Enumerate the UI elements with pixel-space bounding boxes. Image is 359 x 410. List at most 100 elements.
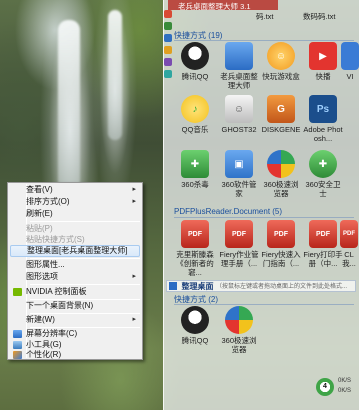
- desktop-icon[interactable]: PDF Fiery作业管理手册（...: [218, 220, 260, 268]
- icon-label: 腾讯QQ: [181, 72, 209, 81]
- waterfall-decoration: [58, 20, 80, 190]
- icon-label: Fiery快速入门指南（...: [261, 250, 301, 268]
- organize-icon: [169, 282, 177, 290]
- desktop-icon[interactable]: Ps Adobe Photosh...: [302, 95, 344, 143]
- pdf-icon: PDF: [267, 220, 295, 248]
- icon-label: Fiery作业管理手册（...: [219, 250, 259, 268]
- menu-item-refresh[interactable]: 刷新(E): [10, 208, 140, 220]
- icon-label: 360软件管家: [221, 180, 257, 198]
- qvod-player-icon: ▶: [309, 42, 337, 70]
- group-divider: [174, 304, 354, 305]
- menu-item-new[interactable]: 新建(W) ▸: [10, 314, 140, 326]
- organizer-title: 老兵桌面整理大师 3.1: [178, 2, 251, 11]
- desktop-icon[interactable]: G DISKGENE: [260, 95, 302, 134]
- desktop-icon[interactable]: 360极速浏览器: [260, 150, 302, 198]
- app-icon: [341, 42, 359, 70]
- menu-item-label: 粘贴(P): [26, 224, 53, 233]
- desktop-icon[interactable]: ✚ 360安全卫士: [302, 150, 344, 198]
- qq-penguin-icon: [181, 42, 209, 70]
- menu-item-label: 刷新(E): [26, 209, 53, 218]
- desktop-icon[interactable]: ♪ QQ音乐: [174, 95, 216, 134]
- desktop-icon[interactable]: PDF Fiery快速入门指南（...: [260, 220, 302, 268]
- chevron-right-icon: ▸: [132, 198, 136, 205]
- menu-item-label: 图形属性...: [26, 260, 65, 269]
- desktop-file[interactable]: 码.txt: [256, 11, 274, 22]
- menu-item-label: 屏幕分辨率(C): [26, 329, 78, 338]
- ghost-icon: ☺: [225, 95, 253, 123]
- menu-item-label: 查看(V): [26, 185, 53, 194]
- side-icon[interactable]: [164, 34, 172, 42]
- menu-item-nvidia[interactable]: NVIDIA 控制面板: [10, 286, 140, 298]
- icon-label: 360安全卫士: [305, 180, 341, 198]
- gadgets-icon: [13, 341, 22, 349]
- menu-item-personalize[interactable]: 个性化(R): [10, 349, 140, 361]
- desktop-icon[interactable]: PDF 克里斯滕森《创新者的窘...: [174, 220, 216, 277]
- icon-label: Adobe Photosh...: [303, 125, 343, 143]
- icon-label: 360极速浏览器: [221, 336, 257, 354]
- icon-label: 360极速浏览器: [263, 180, 299, 198]
- menu-item-next-background[interactable]: 下一个桌面背景(N): [10, 300, 140, 312]
- menu-item-label: 新建(W): [26, 315, 55, 324]
- organize-bar-title: 整理桌面: [181, 282, 214, 291]
- desktop-icon[interactable]: ✚ 360杀毒: [174, 150, 216, 189]
- desktop-context-menu: 查看(V) ▸ 排序方式(O) ▸ 刷新(E) 粘贴(P) 粘贴快捷方式(S) …: [7, 182, 143, 360]
- 360-antivirus-icon: ✚: [181, 150, 209, 178]
- menu-item-label: NVIDIA 控制面板: [26, 287, 87, 296]
- desktop-icon[interactable]: ☺ 快玩游戏盒: [260, 42, 302, 81]
- icon-label: 360杀毒: [181, 180, 209, 189]
- menu-item-label: 图形选项: [26, 272, 58, 281]
- icon-label: 快玩游戏盒: [262, 72, 300, 81]
- desktop-icon[interactable]: PDF CL 我...: [338, 220, 359, 268]
- waterfall-decoration: [108, 10, 122, 140]
- desktop-icon[interactable]: 腾讯QQ: [174, 42, 216, 81]
- icon-label: VI: [346, 72, 354, 81]
- download-speed: 0K/S: [338, 388, 352, 394]
- diskgenius-icon: G: [267, 95, 295, 123]
- menu-item-organize-desktop[interactable]: 整理桌面[老兵桌面整理大师]: [10, 245, 140, 257]
- menu-separator: [30, 284, 140, 285]
- upload-speed: 0K/S: [338, 378, 352, 384]
- speed-percent: 4: [323, 383, 327, 390]
- side-icon[interactable]: [164, 70, 172, 78]
- desktop-icon[interactable]: 老兵桌面整理大师: [218, 42, 260, 90]
- game-box-icon: ☺: [267, 42, 295, 70]
- menu-item-label: 小工具(G): [26, 340, 62, 349]
- menu-item-graphics-properties[interactable]: 图形属性...: [10, 259, 140, 271]
- 360-software-icon: ▣: [225, 150, 253, 178]
- photoshop-icon: Ps: [309, 95, 337, 123]
- monitor-icon: [13, 330, 22, 338]
- side-icon[interactable]: [164, 22, 172, 30]
- 360-security-icon: ✚: [309, 150, 337, 178]
- personalize-icon: [13, 351, 22, 359]
- side-icon[interactable]: [164, 10, 172, 18]
- qq-music-icon: ♪: [181, 95, 209, 123]
- menu-item-label: 粘贴快捷方式(S): [26, 235, 85, 244]
- side-icon[interactable]: [164, 46, 172, 54]
- menu-item-view[interactable]: 查看(V) ▸: [10, 184, 140, 196]
- desktop-icon[interactable]: ▣ 360软件管家: [218, 150, 260, 198]
- desktop-icon[interactable]: 腾讯QQ: [174, 306, 216, 345]
- nvidia-icon: [13, 288, 22, 296]
- menu-separator: [30, 221, 140, 222]
- menu-item-sort[interactable]: 排序方式(O) ▸: [10, 196, 140, 208]
- icon-label: 腾讯QQ: [181, 336, 209, 345]
- 360-browser-icon: [267, 150, 295, 178]
- monitor-icon: [225, 42, 253, 70]
- network-speed-widget[interactable]: 4 0K/S 0K/S: [316, 376, 356, 402]
- menu-item-graphics-options[interactable]: 图形选项 ▸: [10, 271, 140, 283]
- icon-label: GHOST32: [221, 125, 257, 134]
- side-icon[interactable]: [164, 58, 172, 66]
- organize-desktop-bar[interactable]: 整理桌面 （按鼠标左键或者拖动桌面上的文件到此处格式...: [166, 280, 356, 292]
- desktop-icon[interactable]: 360极速浏览器: [218, 306, 260, 354]
- icon-label: CL 我...: [342, 250, 356, 268]
- organize-bar-hint: （按鼠标左键或者拖动桌面上的文件到此处格式...: [216, 284, 348, 290]
- icon-label: 老兵桌面整理大师: [220, 72, 258, 90]
- qq-penguin-icon: [181, 306, 209, 334]
- speed-ring-icon: 4: [316, 378, 334, 396]
- pdf-icon: PDF: [309, 220, 337, 248]
- desktop-icon[interactable]: ☺ GHOST32: [218, 95, 260, 134]
- desktop-file[interactable]: 数码码.txt: [303, 11, 336, 22]
- desktop-icon[interactable]: VI: [338, 42, 359, 81]
- icon-label: DISKGENE: [261, 125, 301, 134]
- menu-item-label: 排序方式(O): [26, 197, 70, 206]
